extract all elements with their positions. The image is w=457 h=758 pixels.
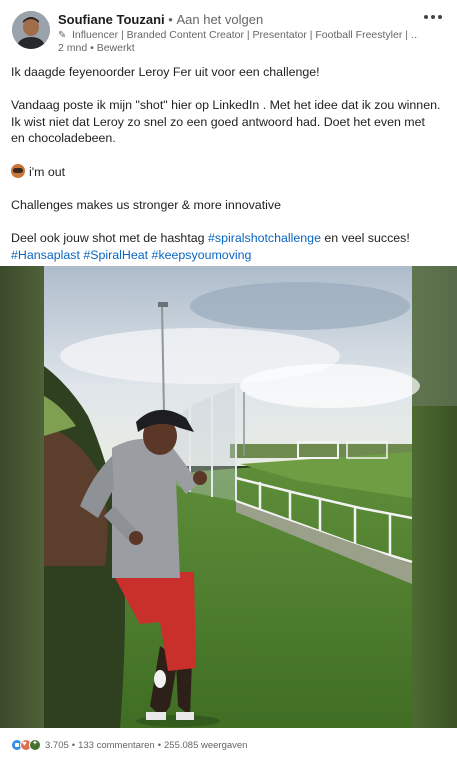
- more-dot-icon: [438, 15, 442, 19]
- post-text: Ik daagde feyenoorder Leroy Fer uit voor…: [11, 64, 441, 263]
- pin-icon: ✎: [58, 30, 67, 41]
- author-name-line[interactable]: Soufiane Touzani • Aan het volgen: [58, 12, 263, 27]
- post-line-text: en veel succes!: [320, 230, 410, 245]
- post-timestamp[interactable]: 2 mnd: [58, 42, 87, 54]
- edited-label: Bewerkt: [96, 42, 135, 54]
- footer-separator: •: [71, 739, 76, 751]
- monkey-emoji-icon: [11, 163, 25, 178]
- more-dot-icon: [431, 15, 435, 19]
- comments-count[interactable]: 133 commentaren: [78, 740, 155, 751]
- celebrate-icon: [29, 739, 41, 751]
- hashtag-link[interactable]: #Hansaplast: [11, 248, 80, 262]
- post-line-text: i'm out: [29, 164, 66, 179]
- follow-status[interactable]: Aan het volgen: [176, 12, 263, 27]
- post-line-text: Deel ook jouw shot met de hashtag: [11, 230, 208, 245]
- social-counts: 3.705 • 133 commentaren • 255.085 weerga…: [11, 738, 247, 752]
- post-line: i'm out: [11, 163, 441, 181]
- more-dot-icon: [424, 15, 428, 19]
- hashtag-line: #Hansaplast #SpiralHeat #keepsyoumoving: [11, 247, 441, 264]
- name-separator: •: [168, 12, 173, 27]
- views-count: 255.085 weergaven: [164, 739, 248, 751]
- hashtag-link[interactable]: #spiralshotchallenge: [208, 231, 321, 245]
- video-player[interactable]: [0, 266, 457, 728]
- more-options-button[interactable]: [421, 8, 445, 26]
- author-headline-line: ✎ Influencer | Branded Content Creator | …: [58, 29, 418, 41]
- post-meta: 2 mnd • Bewerkt: [58, 42, 135, 54]
- meta-separator: •: [90, 42, 94, 54]
- author-avatar[interactable]: [12, 11, 50, 49]
- reaction-count[interactable]: 3.705: [45, 740, 69, 751]
- post-line: Deel ook jouw shot met de hashtag #spira…: [11, 230, 441, 247]
- post-paragraph: Vandaag poste ik mijn "shot" hier op Lin…: [11, 98, 441, 146]
- author-name[interactable]: Soufiane Touzani: [58, 12, 165, 27]
- author-headline: Influencer | Branded Content Creator | P…: [72, 29, 418, 41]
- feed-post: Soufiane Touzani • Aan het volgen ✎ Influ…: [0, 0, 457, 758]
- footer-separator: •: [157, 739, 162, 751]
- post-line: Ik daagde feyenoorder Leroy Fer uit voor…: [11, 65, 320, 79]
- hashtag-link[interactable]: #SpiralHeat: [83, 248, 148, 262]
- post-line: Challenges makes us stronger & more inno…: [11, 197, 281, 212]
- hashtag-link[interactable]: #keepsyoumoving: [152, 248, 252, 262]
